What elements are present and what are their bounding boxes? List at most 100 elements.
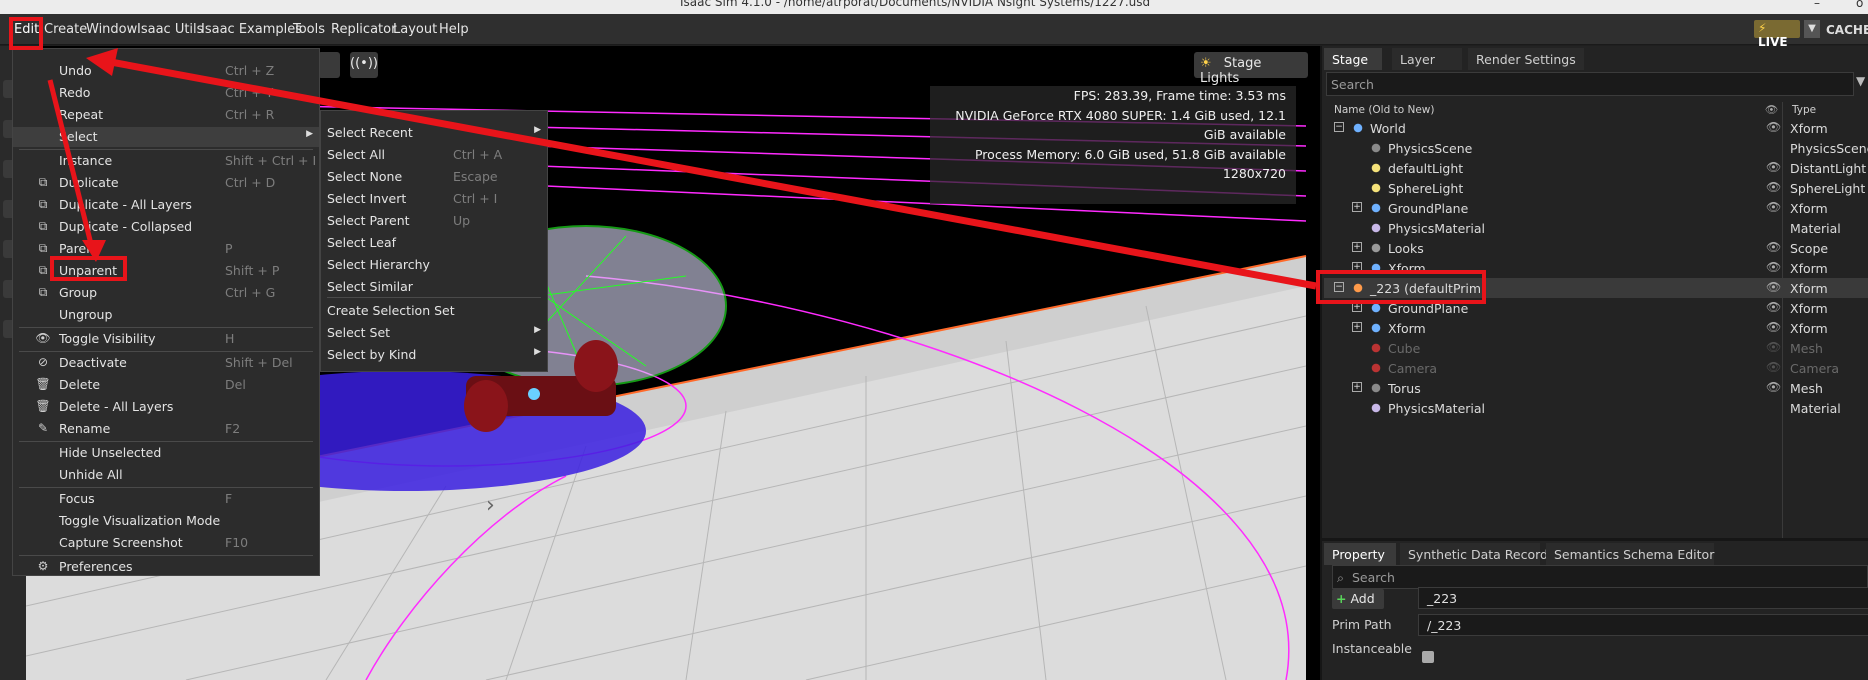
render-chevron-icon[interactable] — [318, 52, 340, 78]
visibility-eye-icon[interactable]: 👁 — [1766, 280, 1781, 294]
edit-menu-item-delete-all-layers[interactable]: 🗑 Delete - All Layers — [13, 397, 319, 417]
stage-tree-row[interactable]: − World 👁 Xform — [1324, 118, 1868, 138]
select-menu-item-select-leaf[interactable]: Select Leaf — [321, 233, 547, 253]
select-menu-item-select-by-kind[interactable]: Select by Kind ▶ — [321, 345, 547, 365]
edit-menu-item-instance[interactable]: Instance Shift + Ctrl + I — [13, 151, 319, 171]
visibility-eye-icon[interactable]: 👁 — [1766, 120, 1781, 134]
tab-synthetic-data-recorder[interactable]: Synthetic Data Recorder — [1400, 543, 1561, 565]
stage-tree-row[interactable]: Camera 👁 Camera — [1324, 358, 1868, 378]
tab-stage[interactable]: Stage — [1324, 48, 1382, 70]
minimize-button[interactable]: – — [1814, 0, 1820, 10]
tab-property[interactable]: Property — [1324, 543, 1396, 565]
edit-menu-item-undo[interactable]: Undo Ctrl + Z — [13, 61, 319, 81]
tab-semantics-schema-editor[interactable]: Semantics Schema Editor — [1546, 543, 1714, 565]
edit-menu-item-rename[interactable]: ✎ Rename F2 — [13, 419, 319, 439]
collapse-icon[interactable]: − — [1334, 122, 1344, 132]
edit-menu-item-duplicate[interactable]: ⧉ Duplicate Ctrl + D — [13, 173, 319, 193]
edit-menu-item-duplicate-all-layers[interactable]: ⧉ Duplicate - All Layers — [13, 195, 319, 215]
menu-create[interactable]: Create — [44, 22, 87, 37]
stage-tree-row[interactable]: Cube 👁 Mesh — [1324, 338, 1868, 358]
select-menu-item-select-hierarchy[interactable]: Select Hierarchy — [321, 255, 547, 275]
stage-tree-row[interactable]: + Xform 👁 Xform — [1324, 318, 1868, 338]
select-menu-item-select-recent[interactable]: Select Recent ▶ — [321, 123, 547, 143]
visibility-eye-icon[interactable]: 👁 — [1766, 300, 1781, 314]
stage-tree-row[interactable]: PhysicsMaterial Material — [1324, 398, 1868, 418]
column-type-header[interactable]: Type — [1792, 104, 1816, 116]
edit-menu-item-hide-unselected[interactable]: Hide Unselected — [13, 443, 319, 463]
menu-layout[interactable]: Layout — [393, 22, 437, 37]
edit-menu-item-focus[interactable]: Focus F — [13, 489, 319, 509]
visibility-eye-icon[interactable]: 👁 — [1766, 260, 1781, 274]
stage-lights-button[interactable]: ☀ Stage Lights — [1194, 52, 1308, 86]
edit-menu-item-unhide-all[interactable]: Unhide All — [13, 465, 319, 485]
deactivated-icon — [1368, 360, 1384, 376]
live-dropdown[interactable]: ▼ — [1804, 20, 1820, 38]
stage-tabs: Stage Layer Render Settings — [1322, 48, 1868, 70]
edit-menu-item-preferences[interactable]: ⚙ Preferences — [13, 557, 319, 577]
edit-menu-item-toggle-visibility[interactable]: 👁 Toggle Visibility H — [13, 329, 319, 349]
instanceable-checkbox[interactable] — [1422, 651, 1434, 663]
visibility-eye-icon[interactable]: 👁 — [1766, 240, 1781, 254]
stage-tree-row[interactable]: PhysicsScene PhysicsScene — [1324, 138, 1868, 158]
menu-item-label: Duplicate - Collapsed — [59, 219, 193, 234]
property-search-input[interactable]: ⌕ Search — [1332, 565, 1868, 589]
edit-menu-item-duplicate-collapsed[interactable]: ⧉ Duplicate - Collapsed — [13, 217, 319, 237]
stage-tree-row[interactable]: + Looks 👁 Scope — [1324, 238, 1868, 258]
edit-menu-item-ungroup[interactable]: Ungroup — [13, 305, 319, 325]
menu-help[interactable]: Help — [439, 22, 469, 37]
filter-icon[interactable]: ▼ — [1856, 74, 1865, 88]
stage-tree-row[interactable]: + Torus 👁 Mesh — [1324, 378, 1868, 398]
menu-tools[interactable]: Tools — [293, 22, 325, 37]
select-menu-item-select-parent[interactable]: Select Parent Up — [321, 211, 547, 231]
menu-window[interactable]: Window — [86, 22, 137, 37]
expand-icon[interactable]: + — [1352, 322, 1362, 332]
stage-tree-row[interactable]: SphereLight 👁 SphereLight — [1324, 178, 1868, 198]
prim-path-field[interactable]: /_223 — [1418, 614, 1868, 636]
visibility-eye-icon[interactable]: 👁 — [1766, 320, 1781, 334]
menu-isaac-utils[interactable]: Isaac Utils — [137, 22, 203, 37]
visibility-eye-icon[interactable]: 👁 — [1766, 180, 1781, 194]
expand-icon[interactable]: + — [1352, 242, 1362, 252]
stage-tree-row[interactable]: PhysicsMaterial Material — [1324, 218, 1868, 238]
stage-search-input[interactable]: Search — [1326, 72, 1854, 96]
cache-label[interactable]: CACHE — [1826, 23, 1868, 37]
add-button[interactable]: + Add — [1332, 589, 1384, 609]
menu-isaac-examples[interactable]: Isaac Examples — [201, 22, 302, 37]
select-menu-item-select-none[interactable]: Select None Escape — [321, 167, 547, 187]
visibility-eye-icon[interactable]: 👁 — [1766, 360, 1781, 374]
edit-menu-item-select[interactable]: Select ▶ — [13, 127, 319, 147]
select-menu-item-select-invert[interactable]: Select Invert Ctrl + I — [321, 189, 547, 209]
column-name-header[interactable]: Name (Old to New) — [1334, 104, 1434, 116]
tab-layer[interactable]: Layer — [1392, 48, 1462, 70]
live-button[interactable]: ⚡ LIVE — [1754, 20, 1800, 49]
tab-render-settings[interactable]: Render Settings — [1468, 48, 1584, 70]
select-menu-item-select-set[interactable]: Select Set ▶ — [321, 323, 547, 343]
stage-item-type: DistantLight — [1790, 161, 1867, 176]
broadcast-icon[interactable]: ((•)) — [350, 52, 378, 78]
select-menu-item-create-selection-set[interactable]: Create Selection Set — [321, 301, 547, 321]
edit-menu-item-group[interactable]: ⧉ Group Ctrl + G — [13, 283, 319, 303]
edit-menu-item-redo[interactable]: Redo Ctrl + Y — [13, 83, 319, 103]
visibility-eye-icon[interactable]: 👁 — [1766, 380, 1781, 394]
menu-separator — [327, 297, 541, 298]
column-visibility-eye-icon[interactable]: 👁 — [1765, 103, 1778, 116]
close-button[interactable]: o — [1856, 0, 1863, 10]
expand-icon[interactable]: + — [1352, 382, 1362, 392]
expand-icon[interactable]: + — [1352, 202, 1362, 212]
edit-menu-item-capture-screenshot[interactable]: Capture Screenshot F10 — [13, 533, 319, 553]
plus-icon: + — [1336, 591, 1347, 606]
stage-tree-row[interactable]: + GroundPlane 👁 Xform — [1324, 198, 1868, 218]
stage-tree-row[interactable]: defaultLight 👁 DistantLight — [1324, 158, 1868, 178]
visibility-eye-icon[interactable]: 👁 — [1766, 160, 1781, 174]
visibility-eye-icon[interactable]: 👁 — [1766, 200, 1781, 214]
edit-menu-item-deactivate[interactable]: ⊘ Deactivate Shift + Del — [13, 353, 319, 373]
edit-menu-item-toggle-visualization-mode[interactable]: Toggle Visualization Mode — [13, 511, 319, 531]
menu-item-label: Undo — [59, 63, 92, 78]
visibility-eye-icon[interactable]: 👁 — [1766, 340, 1781, 354]
prim-name-field[interactable]: _223 — [1418, 587, 1868, 609]
select-menu-item-select-similar[interactable]: Select Similar — [321, 277, 547, 297]
edit-menu-item-delete[interactable]: 🗑 Delete Del — [13, 375, 319, 395]
select-menu-item-select-all[interactable]: Select All Ctrl + A — [321, 145, 547, 165]
edit-menu-item-repeat[interactable]: Repeat Ctrl + R — [13, 105, 319, 125]
menu-replicator[interactable]: Replicator — [331, 22, 396, 37]
